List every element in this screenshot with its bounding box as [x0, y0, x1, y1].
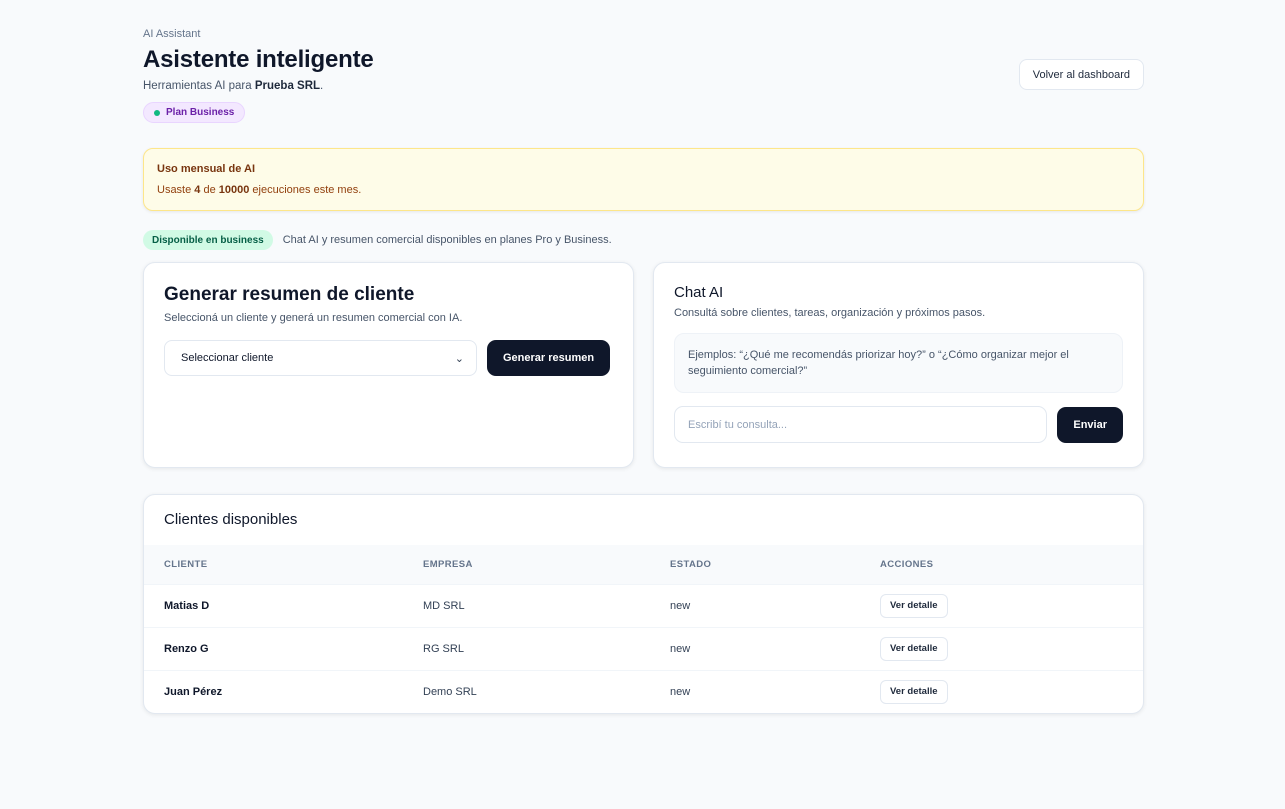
availability-badge: Disponible en business	[143, 230, 273, 250]
subtitle-prefix: Herramientas AI para	[143, 80, 255, 92]
usage-text-prefix: Usaste	[157, 184, 195, 196]
chat-card-title: Chat AI	[674, 284, 724, 301]
availability-row: Disponible en business Chat AI y resumen…	[143, 230, 1144, 250]
column-header-estado: ESTADO	[670, 558, 712, 570]
table-row: Juan Pérez Demo SRL new Ver detalle	[144, 669, 1143, 713]
clients-table: CLIENTE EMPRESA ESTADO ACCIONES Matias D…	[144, 545, 1143, 713]
usage-text-mid: de	[200, 184, 219, 196]
column-header-cliente: CLIENTE	[164, 558, 208, 570]
plan-badge: Plan Business	[143, 102, 246, 123]
cell-acciones: Ver detalle	[860, 583, 1143, 627]
plan-badge-label: Plan Business	[166, 107, 235, 118]
usage-alert: Uso mensual de AI Usaste 4 de 10000 ejec…	[143, 148, 1144, 211]
usage-text: Usaste 4 de 10000 ejecuciones este mes.	[157, 184, 1130, 196]
status-dot-icon	[154, 109, 160, 116]
page-header: AI Assistant Asistente inteligente Herra…	[143, 28, 1144, 123]
table-row: Matias D MD SRL new Ver detalle	[144, 583, 1143, 627]
chat-input[interactable]	[674, 406, 1048, 443]
send-button[interactable]: Enviar	[1057, 406, 1123, 443]
view-detail-button[interactable]: Ver detalle	[880, 679, 948, 704]
cell-estado: new	[650, 669, 860, 713]
clients-card: Clientes disponibles CLIENTE EMPRESA EST…	[143, 494, 1144, 714]
company-name: Prueba SRL	[254, 80, 321, 92]
summary-card-title: Generar resumen de cliente	[164, 284, 415, 305]
usage-text-suffix: ejecuciones este mes.	[249, 184, 362, 196]
page-title: Asistente inteligente	[143, 46, 374, 73]
column-header-acciones: ACCIONES	[880, 558, 934, 570]
usage-title: Uso mensual de AI	[157, 163, 256, 175]
cell-cliente: Juan Pérez	[144, 669, 403, 713]
cell-estado: new	[650, 626, 860, 670]
eyebrow-label: AI Assistant	[143, 28, 201, 40]
clients-title: Clientes disponibles	[164, 511, 298, 528]
cell-cliente: Renzo G	[144, 626, 403, 670]
tool-cards: Generar resumen de cliente Seleccioná un…	[143, 262, 1144, 468]
summary-card: Generar resumen de cliente Seleccioná un…	[143, 262, 634, 468]
availability-text: Chat AI y resumen comercial disponibles …	[282, 234, 612, 246]
cell-empresa: MD SRL	[403, 583, 650, 627]
summary-card-subtitle: Seleccioná un cliente y generá un resume…	[164, 312, 463, 324]
table-row: Renzo G RG SRL new Ver detalle	[144, 626, 1143, 670]
cell-estado: new	[650, 583, 860, 627]
cell-empresa: Demo SRL	[403, 669, 650, 713]
summary-controls: Seleccionar cliente ⌄ Generar resumen	[164, 340, 613, 376]
back-to-dashboard-button[interactable]: Volver al dashboard	[1018, 59, 1144, 90]
subtitle-suffix: .	[320, 80, 324, 92]
chat-card: Chat AI Consultá sobre clientes, tareas,…	[653, 262, 1144, 468]
cell-empresa: RG SRL	[403, 626, 650, 670]
chat-card-subtitle: Consultá sobre clientes, tareas, organiz…	[674, 307, 986, 319]
table-header-row: CLIENTE EMPRESA ESTADO ACCIONES	[144, 545, 1143, 584]
view-detail-button[interactable]: Ver detalle	[880, 636, 948, 661]
chevron-down-icon: ⌄	[454, 352, 464, 365]
usage-limit-count: 10000	[218, 184, 250, 196]
page-subtitle: Herramientas AI para Prueba SRL.	[143, 80, 1144, 92]
column-header-empresa: EMPRESA	[423, 558, 473, 570]
page: AI Assistant Asistente inteligente Herra…	[143, 28, 1144, 714]
view-detail-button[interactable]: Ver detalle	[880, 593, 948, 618]
chat-controls: Enviar	[674, 406, 1123, 443]
generate-summary-button[interactable]: Generar resumen	[487, 340, 611, 376]
client-select-value: Seleccionar cliente	[181, 352, 274, 364]
chat-examples: Ejemplos: “¿Qué me recomendás priorizar …	[674, 333, 1123, 393]
cell-acciones: Ver detalle	[860, 626, 1143, 670]
cell-cliente: Matias D	[144, 583, 403, 627]
cell-acciones: Ver detalle	[860, 669, 1143, 713]
client-select[interactable]: Seleccionar cliente ⌄	[164, 340, 477, 376]
